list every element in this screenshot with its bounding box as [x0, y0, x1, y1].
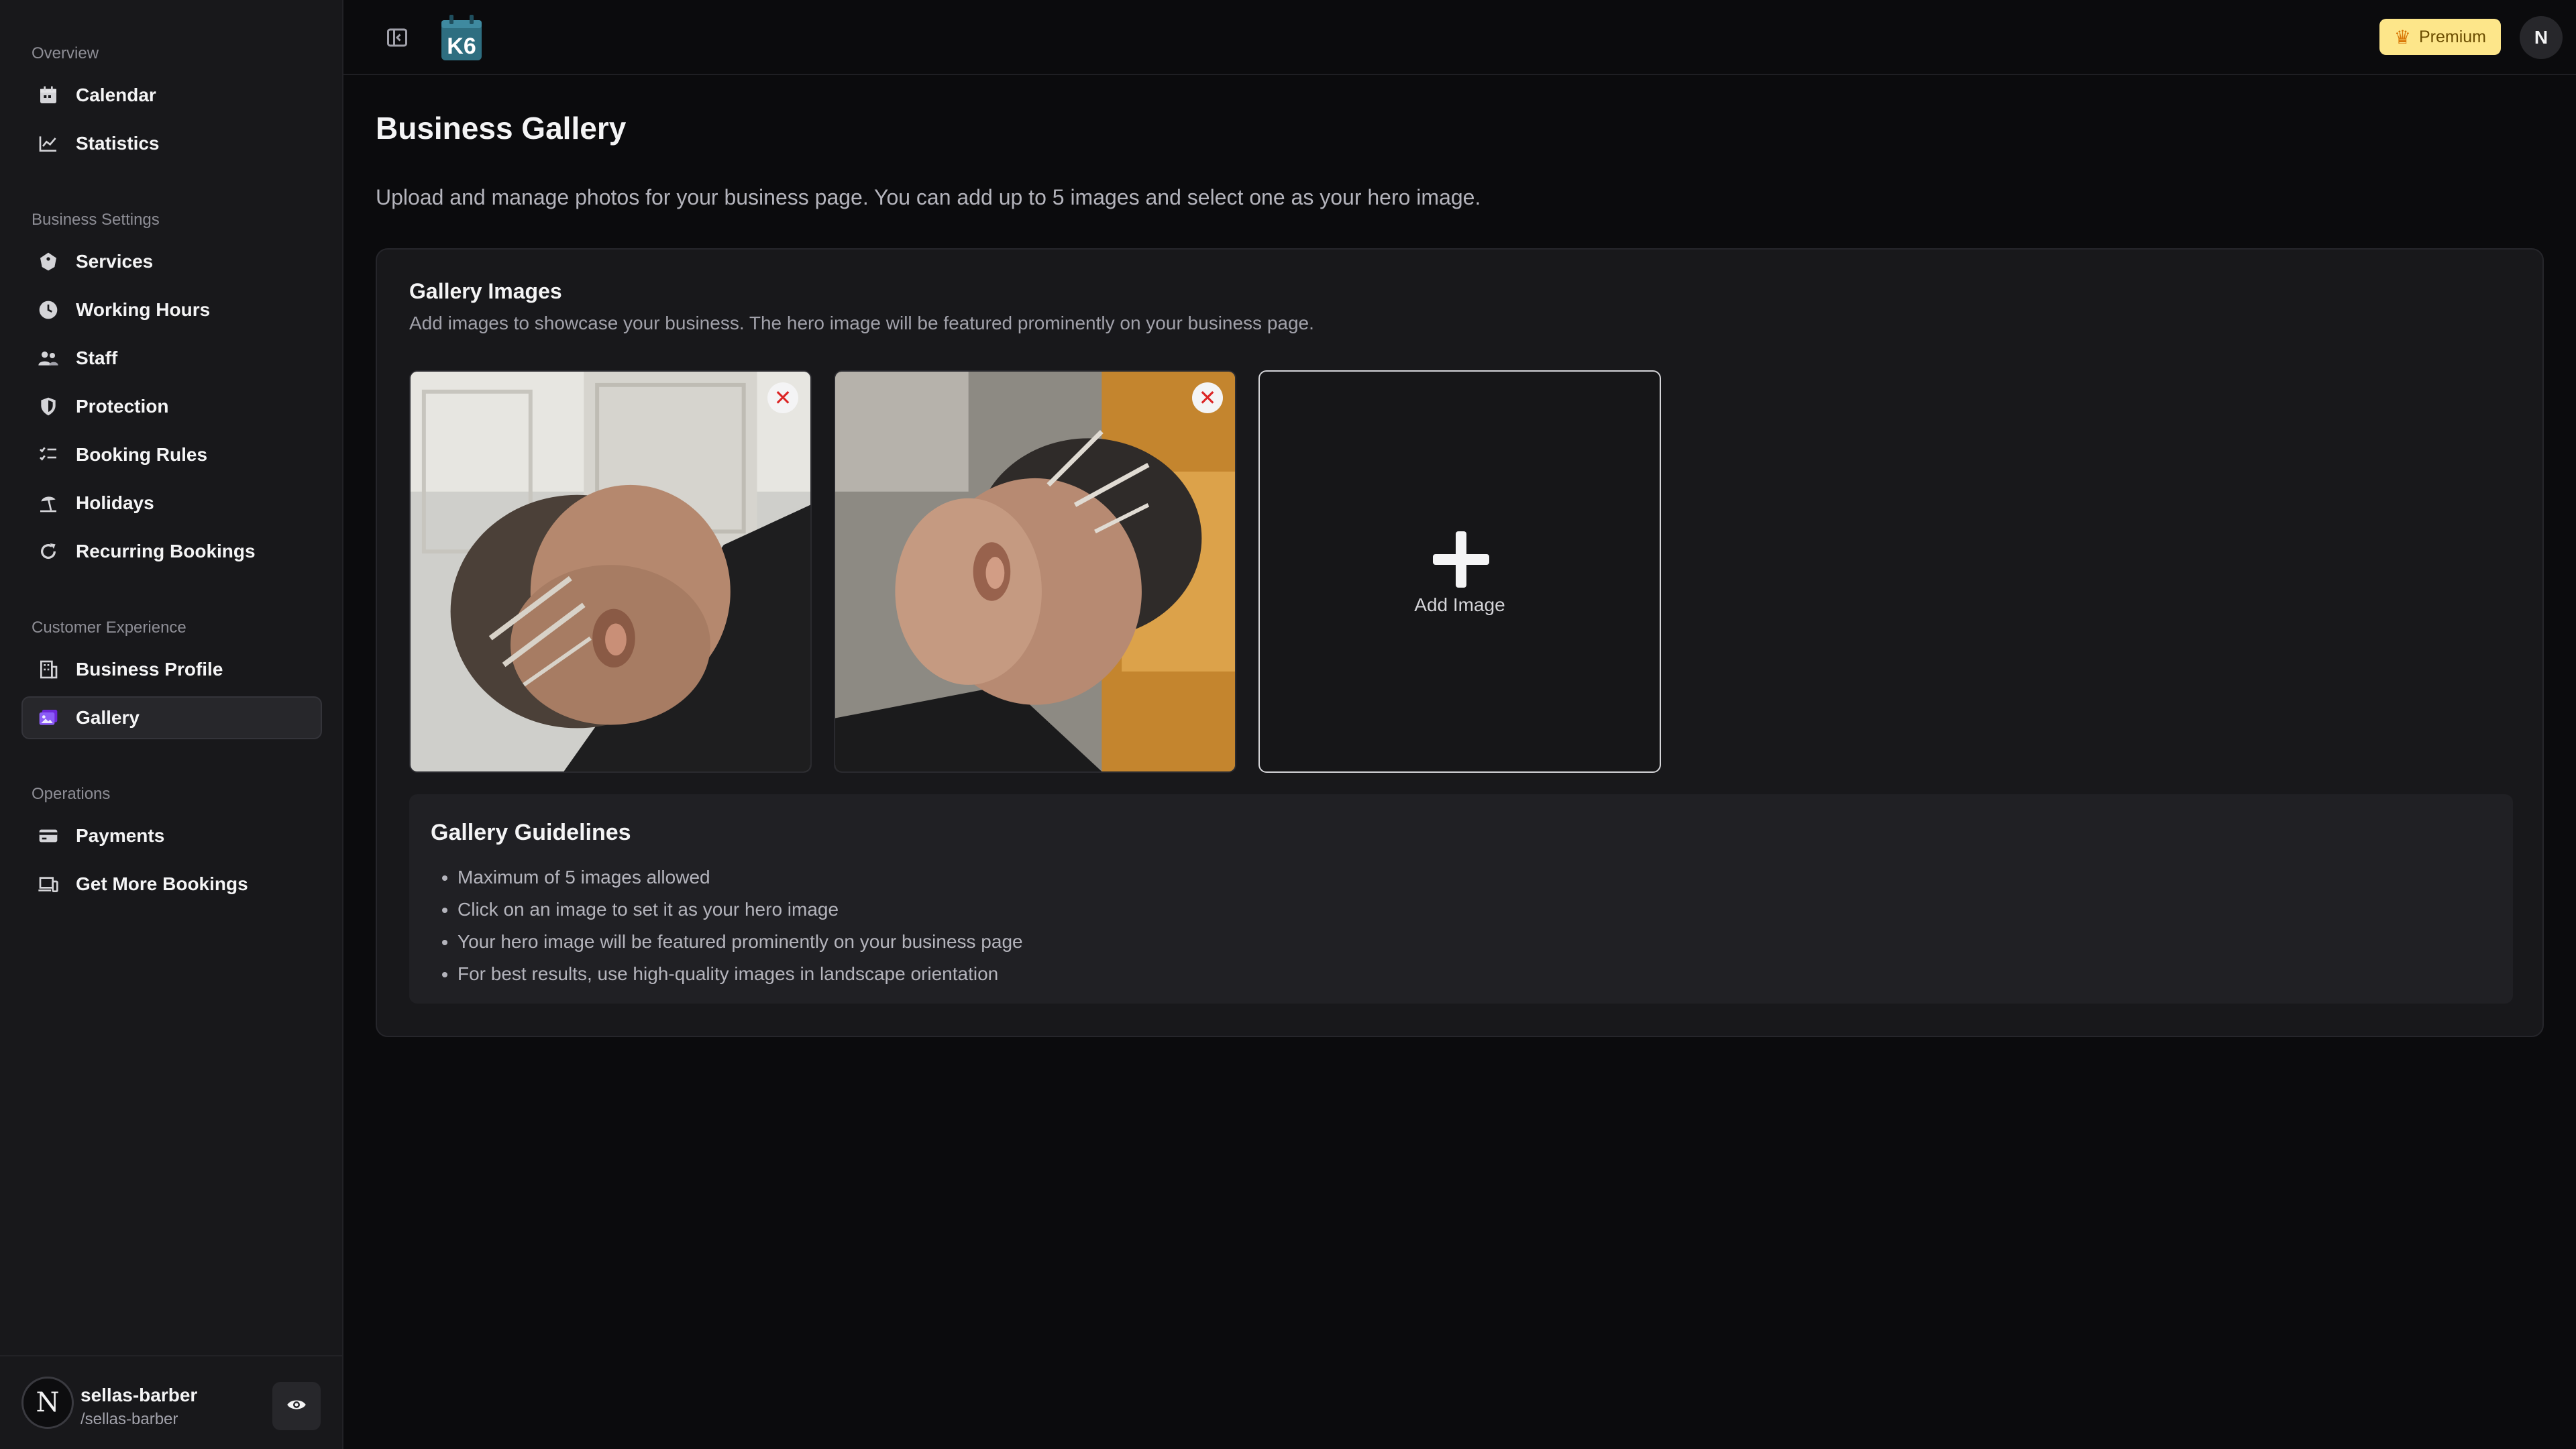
- haircut-photo-2: [835, 372, 1235, 771]
- eye-icon: [286, 1395, 307, 1418]
- sidebar-item-label: Holidays: [76, 492, 154, 513]
- add-image-button[interactable]: Add Image: [1258, 370, 1661, 773]
- plus-icon: [1433, 531, 1489, 588]
- sidebar-item-get-more-bookings[interactable]: Get More Bookings: [21, 863, 322, 906]
- remove-image-button[interactable]: ✕: [767, 382, 798, 413]
- preview-button[interactable]: [272, 1382, 321, 1430]
- sidebar-item-services[interactable]: Services: [21, 240, 322, 283]
- sidebar-item-calendar[interactable]: Calendar: [21, 74, 322, 117]
- section-title-overview: Overview: [32, 44, 99, 62]
- gallery-image-2[interactable]: ✕: [834, 370, 1236, 773]
- sidebar-item-protection[interactable]: Protection: [21, 385, 322, 428]
- topbar: K6 ♛ Premium N: [343, 0, 2576, 75]
- crown-icon: ♛: [2394, 26, 2411, 48]
- business-slug: /sellas-barber: [80, 1410, 178, 1428]
- shield-icon: [36, 394, 60, 419]
- list-item: Click on an image to set it as your hero…: [458, 894, 1023, 926]
- sidebar-footer: N sellas-barber /sellas-barber: [0, 1355, 343, 1449]
- clock-icon: [36, 298, 60, 322]
- logo[interactable]: K6: [440, 13, 483, 62]
- sidebar-item-label: Payments: [76, 825, 165, 846]
- collapse-sidebar-button[interactable]: [385, 25, 409, 50]
- sidebar-item-label: Business Profile: [76, 659, 223, 680]
- app-root: Overview Calendar Statistics Business Se…: [0, 0, 2576, 1449]
- building-icon: [36, 657, 60, 682]
- remove-image-button[interactable]: ✕: [1192, 382, 1223, 413]
- premium-label: Premium: [2418, 27, 2486, 46]
- beach-icon: [36, 491, 60, 515]
- sidebar-item-booking-rules[interactable]: Booking Rules: [21, 433, 322, 476]
- sidebar-item-recurring-bookings[interactable]: Recurring Bookings: [21, 530, 322, 573]
- guidelines-title: Gallery Guidelines: [431, 820, 631, 845]
- sidebar-item-working-hours[interactable]: Working Hours: [21, 288, 322, 331]
- gallery-card-title: Gallery Images: [409, 279, 562, 303]
- tag-icon: [36, 250, 60, 274]
- sidebar-item-holidays[interactable]: Holidays: [21, 482, 322, 525]
- section-title-operations: Operations: [32, 785, 111, 803]
- add-image-label: Add Image: [1414, 594, 1505, 615]
- sidebar-item-staff[interactable]: Staff: [21, 337, 322, 380]
- devices-icon: [36, 872, 60, 896]
- image-icon: [36, 706, 60, 730]
- sidebar-toggle-icon: [385, 28, 409, 52]
- users-icon: [36, 346, 60, 370]
- page-description: Upload and manage photos for your busine…: [376, 185, 1481, 209]
- credit-card-icon: [36, 824, 60, 848]
- gallery-guidelines: Gallery Guidelines Maximum of 5 images a…: [409, 794, 2513, 1004]
- user-avatar[interactable]: N: [2520, 16, 2563, 59]
- sidebar-item-gallery[interactable]: Gallery: [21, 696, 322, 739]
- list-item: Your hero image will be featured promine…: [458, 926, 1023, 958]
- sidebar-item-label: Recurring Bookings: [76, 541, 256, 561]
- premium-badge[interactable]: ♛ Premium: [2379, 19, 2501, 55]
- haircut-photo-1: [411, 372, 810, 771]
- logo-text: K6: [447, 34, 476, 59]
- gallery-card-description: Add images to showcase your business. Th…: [409, 313, 1314, 333]
- business-name: sellas-barber: [80, 1385, 198, 1405]
- sidebar-item-label: Statistics: [76, 133, 160, 154]
- sidebar-item-label: Get More Bookings: [76, 873, 248, 894]
- list-item: Maximum of 5 images allowed: [458, 861, 1023, 894]
- calendar-icon: [36, 83, 60, 107]
- gallery-card: Gallery Images Add images to showcase yo…: [376, 248, 2544, 1037]
- page-title: Business Gallery: [376, 111, 627, 146]
- sidebar-item-business-profile[interactable]: Business Profile: [21, 648, 322, 691]
- section-title-customer-experience: Customer Experience: [32, 619, 186, 637]
- section-title-business-settings: Business Settings: [32, 211, 160, 229]
- refresh-icon: [36, 539, 60, 564]
- sidebar-item-label: Staff: [76, 347, 118, 368]
- avatar[interactable]: N: [21, 1377, 74, 1429]
- sidebar-item-label: Calendar: [76, 85, 156, 105]
- sidebar-item-label: Protection: [76, 396, 169, 417]
- sidebar-item-label: Services: [76, 251, 154, 272]
- list-item: For best results, use high-quality image…: [458, 958, 1023, 990]
- sidebar-item-statistics[interactable]: Statistics: [21, 122, 322, 165]
- chart-line-icon: [36, 131, 60, 156]
- list-check-icon: [36, 443, 60, 467]
- sidebar-item-label: Gallery: [76, 707, 140, 728]
- sidebar: Overview Calendar Statistics Business Se…: [0, 0, 343, 1449]
- sidebar-item-label: Working Hours: [76, 299, 211, 320]
- sidebar-item-payments[interactable]: Payments: [21, 814, 322, 857]
- guidelines-list: Maximum of 5 images allowed Click on an …: [458, 861, 1023, 990]
- gallery-image-1[interactable]: ✕: [409, 370, 812, 773]
- sidebar-item-label: Booking Rules: [76, 444, 208, 465]
